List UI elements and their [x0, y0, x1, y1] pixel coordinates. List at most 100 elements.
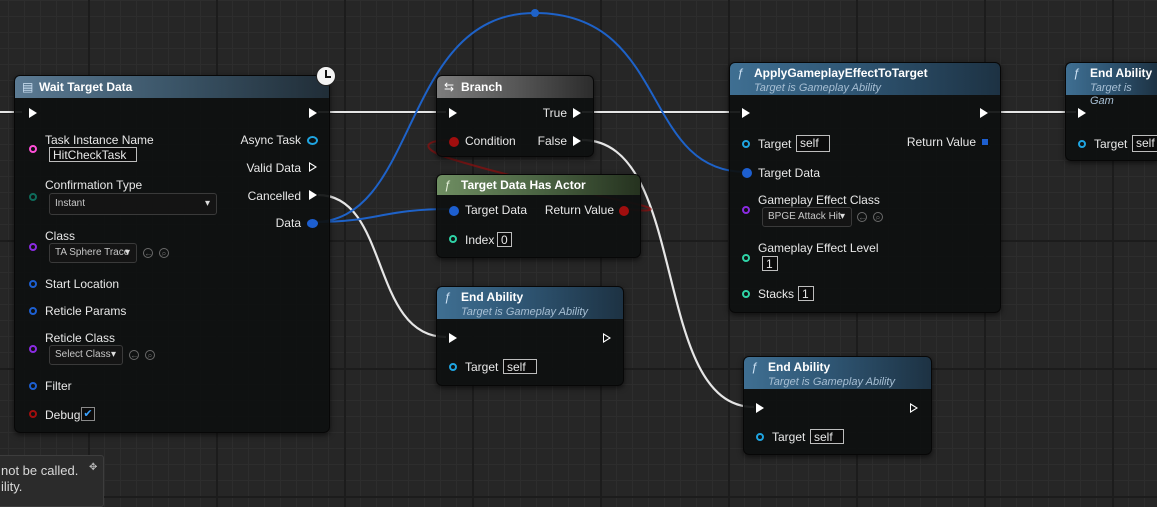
chevron-down-icon: ▾: [124, 247, 130, 258]
ge-level-label: Gameplay Effect Level: [758, 241, 879, 255]
pin-icon[interactable]: ✥: [89, 460, 97, 476]
apply-target-data-pin[interactable]: [742, 168, 752, 178]
branch-node[interactable]: ⇆ Branch Condition True False: [436, 75, 594, 157]
apply-return-value-pin[interactable]: [980, 137, 990, 147]
ge-level-field[interactable]: 1: [762, 256, 778, 271]
end-ability-node-1[interactable]: ƒ End Ability Target is Gameplay Ability…: [436, 286, 624, 386]
index-field[interactable]: 0: [497, 232, 512, 247]
reroute-knot: [531, 9, 539, 17]
false-label: False: [537, 134, 567, 148]
end-ability-header-1[interactable]: ƒ End Ability Target is Gameplay Ability: [437, 287, 623, 319]
end-ability-1-exec-in-pin[interactable]: [449, 333, 457, 343]
has-actor-return-value-pin[interactable]: [619, 206, 629, 216]
class-value: TA Sphere Trace: [55, 247, 130, 258]
end-ability-2-target-field[interactable]: self: [810, 429, 844, 444]
apply-gameplay-effect-header[interactable]: ƒ ApplyGameplayEffectToTarget Target is …: [730, 63, 1000, 95]
end-ability-2-target-pin[interactable]: [756, 433, 764, 441]
debug-checkbox[interactable]: ✔: [81, 407, 95, 421]
ge-level-pin[interactable]: [742, 254, 750, 262]
target-data-has-actor-title: Target Data Has Actor: [461, 178, 586, 192]
apply-target-data-label: Target Data: [758, 166, 821, 180]
browse-search-icon[interactable]: ⌕: [873, 212, 883, 222]
confirmation-type-label: Confirmation Type: [45, 178, 143, 192]
class-dropdown[interactable]: TA Sphere Trace ▾: [49, 243, 137, 263]
target-data-has-actor-header[interactable]: ƒ Target Data Has Actor: [437, 175, 640, 195]
data-out-pin[interactable]: [307, 219, 318, 228]
branch-header[interactable]: ⇆ Branch: [437, 76, 593, 98]
use-selected-icon[interactable]: ←: [129, 350, 139, 360]
browse-search-icon[interactable]: ⌕: [159, 248, 169, 258]
task-node-icon: ▤: [22, 80, 34, 94]
wait-exec-in-pin[interactable]: [29, 108, 37, 118]
reticle-params-pin[interactable]: [29, 307, 37, 315]
branch-exec-in-pin[interactable]: [449, 108, 457, 118]
stacks-label: Stacks: [758, 287, 795, 301]
data-wire-to-target-data: [313, 208, 453, 223]
class-label: Class: [45, 229, 76, 243]
stacks-field[interactable]: 1: [798, 286, 814, 301]
end-ability-1-target-field[interactable]: self: [503, 359, 537, 374]
filter-label: Filter: [45, 379, 72, 393]
end-ability-header-3[interactable]: ƒ End Ability Target is Gam: [1066, 63, 1157, 107]
wait-exec-out-pin[interactable]: [309, 108, 317, 118]
use-selected-icon[interactable]: ←: [143, 248, 153, 258]
task-instance-name-pin[interactable]: [29, 145, 37, 153]
function-icon: ƒ: [751, 360, 758, 374]
stacks-pin[interactable]: [742, 290, 750, 298]
async-task-pin[interactable]: [307, 136, 318, 145]
clock-icon: [316, 66, 336, 86]
end-ability-header-2[interactable]: ƒ End Ability Target is Gameplay Ability: [744, 357, 931, 389]
end-ability-2-exec-in-pin[interactable]: [756, 403, 764, 413]
end-ability-1-target-pin[interactable]: [449, 363, 457, 371]
cancelled-exec-pin[interactable]: [309, 190, 317, 200]
apply-target-field[interactable]: self: [796, 135, 830, 152]
comment-bubble[interactable]: not be called. ility. ✥: [0, 455, 104, 507]
confirmation-type-pin[interactable]: [29, 193, 37, 201]
ge-class-dropdown[interactable]: BPGE Attack Hit ▾: [762, 207, 852, 227]
filter-pin[interactable]: [29, 382, 37, 390]
false-exec-pin[interactable]: [573, 136, 581, 146]
has-actor-target-data-pin[interactable]: [449, 206, 459, 216]
function-icon: ƒ: [444, 178, 451, 192]
has-actor-target-data-label: Target Data: [465, 203, 528, 217]
browse-search-icon[interactable]: ⌕: [145, 350, 155, 360]
valid-data-label: Valid Data: [246, 161, 301, 175]
end-ability-2-exec-out-pin[interactable]: [910, 403, 918, 413]
end-ability-1-exec-out-pin[interactable]: [603, 333, 611, 343]
apply-exec-in-pin[interactable]: [742, 108, 750, 118]
apply-target-pin[interactable]: [742, 140, 750, 148]
branch-icon: ⇆: [444, 80, 455, 94]
confirmation-type-dropdown[interactable]: Instant ▾: [49, 193, 217, 215]
wait-target-data-node[interactable]: ▤ Wait Target Data Task Instance Name Hi…: [14, 75, 330, 433]
end-ability-subtitle-1: Target is Gameplay Ability: [461, 306, 588, 318]
ge-class-pin[interactable]: [742, 206, 750, 214]
apply-gameplay-effect-node[interactable]: ƒ ApplyGameplayEffectToTarget Target is …: [729, 62, 1001, 313]
class-pin[interactable]: [29, 243, 37, 251]
end-ability-3-exec-in-pin[interactable]: [1078, 108, 1086, 118]
target-data-has-actor-node[interactable]: ƒ Target Data Has Actor Target Data Retu…: [436, 174, 641, 258]
true-label: True: [542, 106, 567, 120]
start-location-pin[interactable]: [29, 280, 37, 288]
apply-exec-out-pin[interactable]: [980, 108, 988, 118]
data-label: Data: [275, 216, 301, 230]
ge-class-label: Gameplay Effect Class: [758, 193, 880, 207]
end-ability-node-3[interactable]: ƒ End Ability Target is Gam Target self: [1065, 62, 1157, 161]
task-instance-name-field[interactable]: HitCheckTask: [49, 147, 137, 162]
index-pin[interactable]: [449, 235, 457, 243]
reticle-class-dropdown[interactable]: Select Class ▾: [49, 345, 123, 365]
end-ability-2-target-label: Target: [772, 430, 806, 444]
task-instance-name-label: Task Instance Name: [45, 133, 154, 147]
chevron-down-icon: ▾: [204, 198, 210, 209]
valid-data-exec-pin[interactable]: [309, 162, 317, 172]
cancelled-label: Cancelled: [247, 189, 301, 203]
reticle-class-pin[interactable]: [29, 345, 37, 353]
end-ability-3-target-pin[interactable]: [1078, 140, 1086, 148]
end-ability-3-target-field[interactable]: self: [1132, 135, 1157, 152]
use-selected-icon[interactable]: ←: [857, 212, 867, 222]
condition-pin[interactable]: [449, 137, 459, 147]
true-exec-pin[interactable]: [573, 108, 581, 118]
debug-pin[interactable]: [29, 410, 37, 418]
wait-target-data-header[interactable]: ▤ Wait Target Data: [15, 76, 329, 98]
end-ability-node-2[interactable]: ƒ End Ability Target is Gameplay Ability…: [743, 356, 932, 455]
end-ability-title-2: End Ability: [768, 360, 831, 374]
